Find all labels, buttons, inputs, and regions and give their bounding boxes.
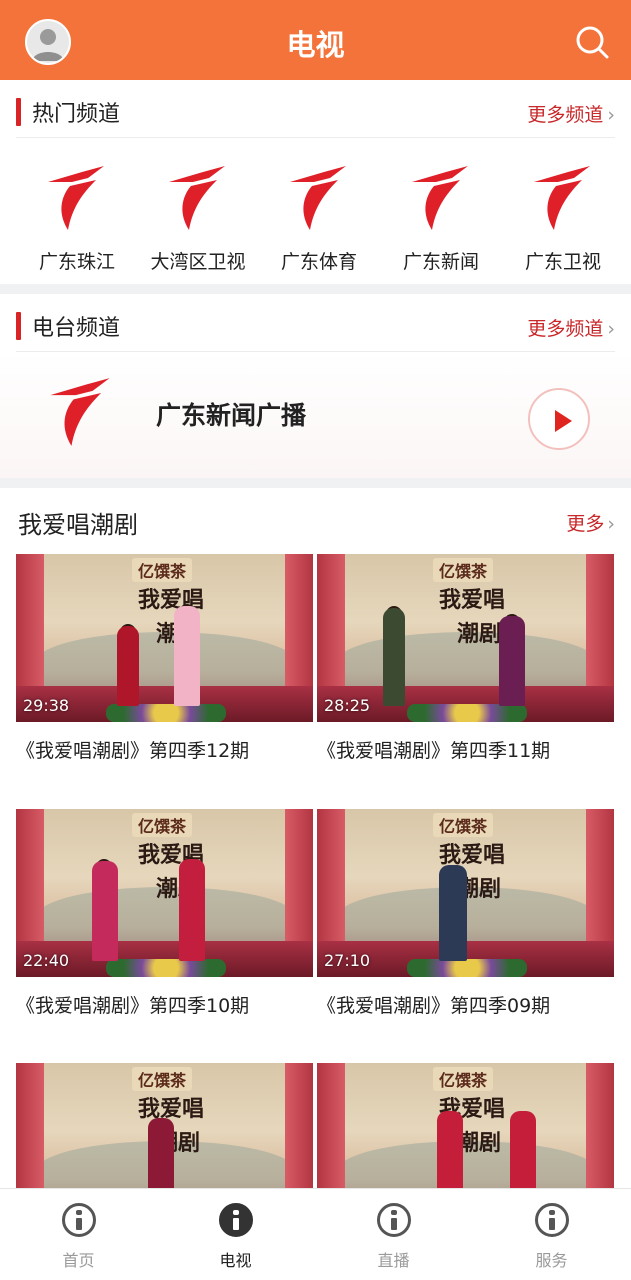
video-duration: 29:38 [23, 696, 70, 715]
channel-logo-icon [290, 166, 346, 230]
thumb-brand: 亿馔茶 [132, 813, 193, 837]
more-link-label: 更多频道 [527, 104, 604, 126]
video-title: 《我爱唱潮剧》第四季10期 [16, 995, 250, 1017]
channel-item[interactable]: 广东体育 [259, 150, 379, 280]
bottom-navigation: 首页 电视 直播 服务 [0, 1188, 631, 1280]
radio-station-name: 广东新闻广播 [156, 401, 307, 430]
search-icon[interactable] [572, 22, 612, 62]
video-card[interactable]: 亿馔茶 我爱唱 潮剧 22:40 《我爱唱潮剧》第四季10期 [16, 809, 313, 1018]
section-divider [0, 478, 631, 488]
channel-name: 大湾区卫视 [150, 251, 246, 273]
radio-channels-header: 电台频道 更多频道 › [16, 296, 615, 352]
video-card[interactable]: 亿馔茶 我爱唱 潮剧 27:10 《我爱唱潮剧》第四季09期 [317, 809, 614, 1018]
thumb-brand: 亿馔茶 [132, 1067, 193, 1091]
video-duration: 27:10 [324, 951, 371, 970]
app-header: 电视 [0, 0, 631, 80]
section-marker [16, 312, 21, 340]
hot-channels-more-link[interactable]: 更多频道 › [527, 100, 615, 127]
video-card[interactable]: 亿馔茶 我爱唱 潮剧 29:38 《我爱唱潮剧》第四季12期 [16, 554, 313, 763]
nav-label: 直播 [377, 1251, 410, 1270]
channel-name: 广东体育 [280, 251, 357, 273]
channel-logo-icon [534, 166, 590, 230]
chevron-right-icon: › [607, 318, 615, 340]
info-icon [62, 1203, 96, 1237]
section-divider [0, 284, 631, 294]
nav-item-live[interactable]: 直播 [315, 1189, 472, 1280]
page-title: 电视 [286, 28, 345, 62]
nav-label: 首页 [62, 1251, 95, 1270]
channel-name: 广东卫视 [524, 251, 601, 273]
nav-label: 服务 [535, 1251, 568, 1270]
video-duration: 28:25 [324, 696, 371, 715]
info-icon [535, 1203, 569, 1237]
opera-section-title: 我爱唱潮剧 [18, 511, 138, 539]
video-thumbnail: 亿馔茶 我爱唱 潮剧 27:10 [317, 809, 614, 977]
video-thumbnail: 亿馔茶 我爱唱 潮剧 22:40 [16, 809, 313, 977]
nav-label: 电视 [219, 1251, 252, 1270]
video-title: 《我爱唱潮剧》第四季11期 [317, 740, 551, 762]
video-thumbnail: 亿馔茶 我爱唱 潮剧 28:25 [317, 554, 614, 722]
radio-logo-icon [50, 378, 110, 446]
play-button[interactable] [528, 388, 590, 450]
nav-item-service[interactable]: 服务 [473, 1189, 630, 1280]
thumb-brand: 亿馔茶 [132, 558, 193, 582]
play-icon [555, 410, 572, 432]
thumb-brand: 亿馔茶 [433, 558, 494, 582]
info-icon [219, 1203, 253, 1237]
thumb-text: 我爱唱 [138, 1096, 205, 1122]
channel-logo-icon [169, 166, 225, 230]
channel-item[interactable]: 广东新闻 [381, 150, 501, 280]
section-marker [16, 98, 21, 126]
video-title: 《我爱唱潮剧》第四季09期 [317, 995, 551, 1017]
channel-logo-icon [48, 166, 104, 230]
channel-item[interactable]: 广东珠江 [17, 150, 137, 280]
hot-channels-title: 热门频道 [32, 102, 121, 127]
video-duration: 22:40 [23, 951, 70, 970]
radio-channels-more-link[interactable]: 更多频道 › [527, 314, 615, 341]
video-card[interactable]: 亿馔茶 我爱唱 潮剧 28:25 《我爱唱潮剧》第四季11期 [317, 554, 614, 763]
channel-item[interactable]: 大湾区卫视 [138, 150, 258, 280]
channel-logo-icon [412, 166, 468, 230]
info-icon [377, 1203, 411, 1237]
thumb-text: 潮剧 [457, 621, 502, 647]
thumb-text: 潮剧 [457, 1130, 502, 1156]
hot-channels-header: 热门频道 更多频道 › [16, 82, 615, 138]
hot-channels-list: 广东珠江 大湾区卫视 广东体育 广东新闻 广东卫视 [0, 150, 631, 280]
opera-more-link[interactable]: 更多 › [566, 509, 615, 536]
chevron-right-icon: › [607, 104, 615, 126]
more-link-label: 更多频道 [527, 318, 604, 340]
nav-item-tv[interactable]: 电视 [157, 1189, 314, 1280]
video-title: 《我爱唱潮剧》第四季12期 [16, 740, 250, 762]
radio-station-item[interactable]: 广东新闻广播 [0, 352, 631, 478]
more-link-label: 更多 [566, 513, 605, 535]
chevron-right-icon: › [607, 513, 615, 535]
thumb-brand: 亿馔茶 [433, 813, 494, 837]
channel-name: 广东珠江 [38, 251, 115, 273]
radio-channels-title: 电台频道 [32, 316, 121, 341]
channel-name: 广东新闻 [402, 251, 479, 273]
thumb-brand: 亿馔茶 [433, 1067, 494, 1091]
video-thumbnail: 亿馔茶 我爱唱 潮剧 29:38 [16, 554, 313, 722]
nav-item-home[interactable]: 首页 [0, 1189, 157, 1280]
channel-item[interactable]: 广东卫视 [503, 150, 623, 280]
thumb-text: 我爱唱 [439, 587, 506, 613]
